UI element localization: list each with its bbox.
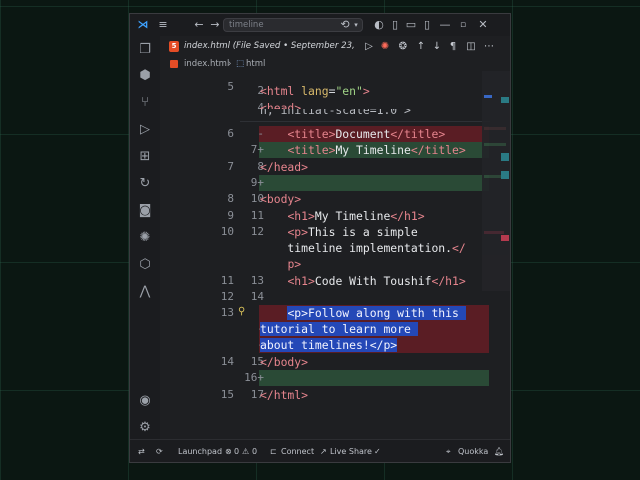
line-number-new: 9+ [250, 176, 264, 189]
settings-gear-icon[interactable]: ⚙ [130, 418, 160, 438]
line-number-old: 5 [227, 80, 234, 93]
copilot-edit-icon[interactable]: ❂ [396, 36, 410, 57]
launchpad-label[interactable]: Launchpad [178, 440, 222, 462]
run-debug-icon[interactable]: ▷ [130, 120, 160, 140]
minimize-icon[interactable]: — [438, 14, 452, 36]
forward-arrow-icon[interactable]: → [208, 14, 222, 36]
run-icon[interactable]: ▷ [362, 36, 376, 57]
line-number-old: 7 [227, 160, 234, 173]
chevron-down-icon[interactable]: ▾ [352, 14, 360, 36]
code-line: <title>Document</title> [287, 127, 446, 141]
line-number-old: 14 [220, 355, 234, 368]
code-line: </head> [260, 160, 309, 174]
account-icon[interactable]: ◐ [372, 14, 386, 36]
ai-sparkle-icon[interactable]: ✺ [130, 228, 160, 248]
copilot-icon[interactable]: ⟲ [338, 14, 352, 36]
tab-index-html[interactable]: index.html (File Saved • September 23, 2… [184, 36, 356, 57]
quokka-icon: ⌖ [446, 447, 451, 456]
overview-ruler[interactable] [501, 71, 509, 391]
back-arrow-icon[interactable]: ← [192, 14, 206, 36]
maximize-icon[interactable]: ▫ [456, 14, 470, 36]
line-number-old: 13 [220, 306, 234, 319]
menu-icon[interactable]: ≡ [156, 14, 170, 36]
html5-icon: 5 [169, 41, 179, 52]
line-number-old: 8 [227, 192, 234, 205]
explorer-icon[interactable]: ❐ [130, 40, 160, 60]
more-actions-icon[interactable]: ⋯ [482, 36, 496, 57]
errors-icon: ⊗ [225, 447, 232, 456]
source-control-icon[interactable]: ⑂ [130, 93, 160, 113]
symbol-icon: ⬚ [236, 59, 245, 69]
activity-bar: ❐ ⬢ ⑂ ▷ ⊞ ↻ ◙ ✺ ⬡ ⋀ ◉ ⚙ [130, 36, 160, 439]
layout-sidebar-icon[interactable]: ▯ [388, 14, 402, 36]
live-share-button[interactable]: Live Share [330, 440, 372, 462]
accounts-icon[interactable]: ◉ [130, 391, 160, 411]
breadcrumb-file[interactable]: index.html [184, 57, 229, 71]
code-line: <h1>My Timeline</h1> [287, 209, 425, 223]
code-line-selected: tutorial to learn more [260, 322, 418, 336]
search-icon[interactable]: ⬢ [130, 66, 160, 86]
code-line: <p>This is a simple [287, 225, 418, 239]
code-line: </body> [260, 355, 309, 369]
extensions-icon[interactable]: ⊞ [130, 147, 160, 167]
notifications-bell-icon[interactable]: 🔔︎ [494, 440, 504, 462]
split-editor-icon[interactable]: ◫ [464, 36, 478, 57]
html5-icon [170, 60, 178, 68]
code-line: </html> [260, 388, 309, 402]
previous-change-icon[interactable]: ↑ [414, 36, 428, 57]
code-line: <html lang="en"> [260, 84, 370, 98]
plug-icon: ⊏ [270, 447, 277, 456]
editor-tab-bar: 5 index.html (File Saved • September 23,… [160, 36, 510, 57]
title-bar: ⋊ ≡ ← → timeline ⟲ ▾ ◐ ▯ ▭ ▯ — ▫ ✕ [130, 14, 510, 36]
close-icon[interactable]: ✕ [476, 14, 490, 36]
line-number-old: 9 [227, 209, 234, 222]
code-line: <body> [260, 192, 302, 206]
layout-panel-icon[interactable]: ▭ [404, 14, 418, 36]
copilot-chat-icon[interactable]: ◙ [130, 201, 160, 221]
remote-explorer-icon[interactable]: ↻ [130, 174, 160, 194]
deploy-icon[interactable]: ⋀ [130, 282, 160, 302]
whitespace-icon[interactable]: ¶ [446, 36, 460, 57]
live-share-icon: ↗ [320, 447, 327, 456]
vscode-window: ⋊ ≡ ← → timeline ⟲ ▾ ◐ ▯ ▭ ▯ — ▫ ✕ ❐ ⬢ ⑂… [129, 13, 511, 463]
code-line-selected: <p>Follow along with this [287, 306, 466, 320]
line-number-new: 14 [250, 290, 264, 303]
line-number-old: 15 [220, 388, 234, 401]
spark-icon[interactable]: ✺ [378, 36, 392, 57]
line-number-new: 16+ [244, 371, 264, 384]
extension-status-icon[interactable]: ✓ [374, 440, 381, 462]
line-number-old: 11 [220, 274, 234, 287]
added-line [259, 370, 489, 386]
containers-icon[interactable]: ⬡ [130, 255, 160, 275]
warnings-icon: ⚠ [242, 447, 250, 456]
status-bar: ⇄ ⟳ Launchpad ⊗ 0 ⚠ 0 ⊏ Connect ↗ Live S… [130, 439, 510, 462]
code-line: p> [287, 257, 302, 271]
breadcrumb-symbol[interactable]: html [246, 57, 265, 71]
added-line [259, 175, 489, 191]
line-number-old: 12 [220, 290, 234, 303]
quokka-button[interactable]: Quokka [458, 440, 488, 462]
code-line-selected: about timelines!</p> [260, 338, 398, 352]
breadcrumb-separator: › [228, 59, 232, 69]
code-line: <h1>Code With Toushif</h1> [287, 274, 466, 288]
vscode-logo-icon: ⋊ [137, 18, 149, 31]
code-line: <title>My Timeline</title> [287, 143, 466, 157]
diff-editor[interactable]: 5 2 4 6 - 7+ 7 8 9+ 8 10 9 11 10 12 11 1… [160, 71, 510, 439]
errors-count[interactable]: 0 [234, 440, 239, 462]
layout-secondary-icon[interactable]: ▯ [420, 14, 434, 36]
connect-button[interactable]: Connect [281, 440, 314, 462]
launchpad-icon[interactable]: ⟳ [156, 440, 163, 462]
warnings-count[interactable]: 0 [252, 440, 257, 462]
next-change-icon[interactable]: ↓ [430, 36, 444, 57]
remote-indicator-icon[interactable]: ⇄ [138, 440, 145, 462]
code-line: timeline implementation.</ [260, 241, 466, 255]
line-number-old: 6 [227, 127, 234, 140]
sticky-scroll-line: n, initial-scale=1.0"> [240, 109, 490, 122]
lightbulb-icon[interactable]: ⚲ [238, 306, 245, 317]
line-number-old: 10 [220, 225, 234, 238]
breadcrumb: index.html › ⬚ html [160, 57, 510, 71]
